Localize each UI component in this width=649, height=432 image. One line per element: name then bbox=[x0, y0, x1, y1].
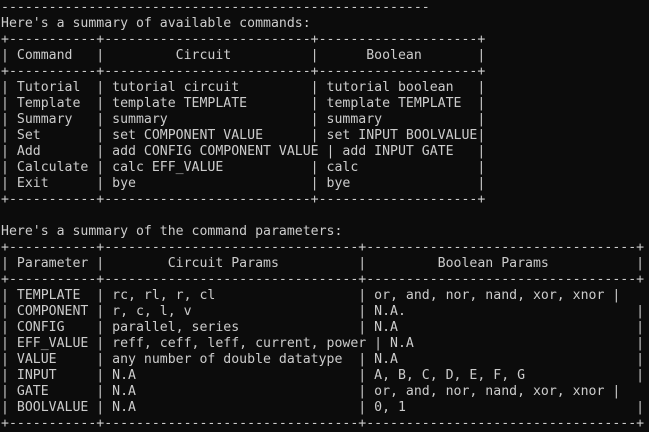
commands-table-row-add: | Add | add CONFIG COMPONENT VALUE | add… bbox=[1, 144, 486, 159]
commands-table-row-template: | Template | template TEMPLATE | templat… bbox=[1, 96, 486, 111]
separator-line: ----------------------------------------… bbox=[1, 0, 430, 15]
commands-table-border-top: +-----------+--------------------------+… bbox=[1, 32, 486, 47]
params-table-border-top: +-----------+---------------------------… bbox=[1, 240, 645, 255]
params-table-row-value: | VALUE | any number of double datatype … bbox=[1, 352, 645, 367]
commands-table-border-bottom: +-----------+--------------------------+… bbox=[1, 192, 486, 207]
params-table-row-config: | CONFIG | parallel, series | N.A | bbox=[1, 320, 645, 335]
params-table-row-gate: | GATE | N.A | or, and, nor, nand, xor, … bbox=[1, 384, 621, 399]
params-table-row-component: | COMPONENT | r, c, l, v | N.A. | bbox=[1, 304, 645, 319]
commands-table-header: | Command | Circuit | Boolean | bbox=[1, 48, 486, 63]
params-summary-heading: Here's a summary of the command paramete… bbox=[1, 224, 343, 239]
commands-table-row-exit: | Exit | bye | bye | bbox=[1, 176, 486, 191]
commands-table-row-set: | Set | set COMPONENT VALUE | set INPUT … bbox=[1, 128, 486, 143]
params-table-row-template: | TEMPLATE | rc, rl, r, cl | or, and, no… bbox=[1, 288, 621, 303]
params-table-border-bottom: +-----------+---------------------------… bbox=[1, 416, 645, 431]
terminal-window: ----------------------------------------… bbox=[0, 0, 649, 431]
commands-table-row-summary: | Summary | summary | summary | bbox=[1, 112, 486, 127]
params-table-row-eff-value: | EFF_VALUE | reff, ceff, leff, current,… bbox=[1, 336, 645, 351]
commands-summary-heading: Here's a summary of available commands: bbox=[1, 16, 311, 31]
commands-table-row-tutorial: | Tutorial | tutorial circuit | tutorial… bbox=[1, 80, 486, 95]
commands-table-border-header: +-----------+--------------------------+… bbox=[1, 64, 486, 79]
commands-table-row-calculate: | Calculate | calc EFF_VALUE | calc | bbox=[1, 160, 486, 175]
params-table-row-input: | INPUT | N.A | A, B, C, D, E, F, G | bbox=[1, 368, 645, 383]
params-table-header: | Parameter | Circuit Params | Boolean P… bbox=[1, 256, 645, 271]
params-table-border-header: +-----------+---------------------------… bbox=[1, 272, 645, 287]
params-table-row-boolvalue: | BOOLVALUE | N.A | 0, 1 | bbox=[1, 400, 645, 415]
